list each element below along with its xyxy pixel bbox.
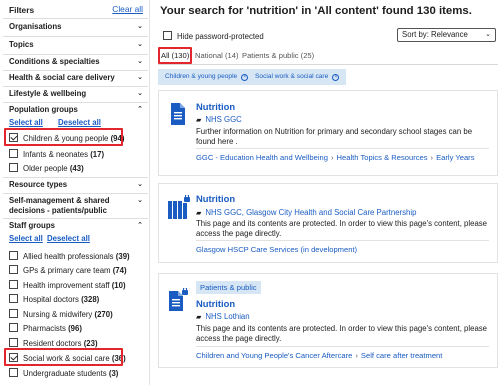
result-description: This page and its contents are protected…: [196, 324, 488, 343]
result-description: This page and its contents are protected…: [196, 219, 488, 238]
checkbox[interactable]: [9, 280, 18, 289]
filter-option-undergraduate[interactable]: Undergraduate students (3): [9, 368, 118, 379]
locked-document-icon: [167, 287, 189, 312]
divider: [3, 177, 148, 178]
locked-document-icon: [167, 194, 190, 219]
checkbox[interactable]: [9, 163, 18, 172]
checkbox[interactable]: [9, 265, 18, 274]
filter-option-nursing-midwifery[interactable]: Nursing & midwifery (270): [9, 309, 113, 320]
filter-option-hospital-doctors[interactable]: Hospital doctors (328): [9, 294, 99, 305]
sort-select[interactable]: Sort by: Relevance ⌄: [397, 28, 496, 42]
divider: [196, 346, 489, 347]
filter-category-organisations[interactable]: Organisations ⌄: [9, 22, 143, 32]
result-breadcrumb: Children and Young People's Cancer After…: [196, 351, 443, 360]
divider: [3, 86, 148, 87]
checkbox[interactable]: [163, 31, 172, 40]
population-select-all-link[interactable]: Select all: [9, 118, 43, 127]
checkbox[interactable]: [9, 251, 18, 260]
chevron-up-icon: ⌃: [137, 106, 143, 113]
highlight-box: [4, 348, 123, 366]
chip-children-young-people[interactable]: Children & young people ×: [158, 69, 256, 85]
population-deselect-all-link[interactable]: Deselect all: [58, 118, 101, 127]
divider: [3, 193, 148, 194]
checkbox[interactable]: [9, 149, 18, 158]
chevron-right-icon: ›: [430, 153, 434, 162]
staff-deselect-all-link[interactable]: Deselect all: [47, 234, 90, 243]
result-card: Patients & public Nutrition ▰ NHS Lothian…: [158, 273, 498, 368]
divider: [3, 70, 148, 71]
tab-national[interactable]: National (14): [195, 51, 238, 60]
highlight-box: [4, 128, 123, 146]
result-card: Nutrition ▰ NHS GGC Further information o…: [158, 90, 498, 176]
divider: [3, 218, 148, 219]
divider: [3, 54, 148, 55]
result-tabs: All (130) National (14) Patients & publi…: [158, 49, 498, 65]
divider: [196, 148, 489, 149]
divider: [3, 36, 148, 37]
filter-option-older-people[interactable]: Older people (43): [9, 163, 84, 174]
chevron-right-icon: ›: [330, 153, 334, 162]
checkbox[interactable]: [9, 309, 18, 318]
chevron-down-icon: ⌄: [137, 74, 143, 81]
divider: [3, 18, 148, 19]
close-icon[interactable]: ×: [332, 74, 340, 81]
filter-category-staff-groups[interactable]: Staff groups ⌃: [9, 221, 143, 231]
staff-select-all-link[interactable]: Select all: [9, 234, 43, 243]
chevron-down-icon: ⌄: [137, 58, 143, 65]
audience-badge: Patients & public: [196, 281, 261, 294]
checkbox[interactable]: [9, 368, 18, 377]
result-breadcrumb: Glasgow HSCP Care Services (in developme…: [196, 245, 358, 254]
tag-icon: ▰: [196, 314, 202, 321]
tag-icon: ▰: [196, 210, 202, 217]
checkbox[interactable]: [9, 323, 18, 332]
filter-category-topics[interactable]: Topics ⌄: [9, 40, 143, 50]
chip-social-work[interactable]: Social work & social care ×: [248, 69, 347, 85]
filters-label: Filters: [9, 5, 35, 15]
checkbox[interactable]: [9, 338, 18, 347]
filter-category-delivery[interactable]: Health & social care delivery ⌄: [9, 73, 143, 83]
filter-category-resource-types[interactable]: Resource types ⌄: [9, 180, 143, 190]
result-source: ▰ NHS GGC, Glasgow City Health and Social…: [196, 208, 417, 217]
result-source: ▰ NHS Lothian: [196, 312, 250, 321]
chevron-down-icon: ⌄: [137, 90, 143, 97]
tag-icon: ▰: [196, 117, 202, 124]
chevron-down-icon: ⌄: [137, 197, 143, 204]
filter-category-self-management[interactable]: Self-management & shared decisions - pat…: [9, 196, 143, 216]
result-source: ▰ NHS GGC: [196, 115, 242, 124]
divider: [196, 240, 489, 241]
filter-option-pharmacists[interactable]: Pharmacists (96): [9, 323, 82, 334]
chevron-down-icon: ⌄: [137, 41, 143, 48]
filter-option-health-improvement[interactable]: Health improvement staff (10): [9, 280, 126, 291]
filter-option-allied-health[interactable]: Allied health professionals (39): [9, 251, 130, 262]
document-icon: [167, 102, 189, 126]
filter-category-population[interactable]: Population groups ⌃: [9, 105, 143, 115]
result-breadcrumb: GGC - Education Health and Wellbeing › Hea…: [196, 153, 475, 162]
filter-category-lifestyle[interactable]: Lifestyle & wellbeing ⌄: [9, 89, 143, 99]
hide-password-protected-option[interactable]: Hide password-protected: [163, 31, 264, 42]
page-title: Your search for 'nutrition' in 'All cont…: [160, 5, 472, 17]
chevron-down-icon: ⌄: [485, 31, 491, 38]
result-card: Nutrition ▰ NHS GGC, Glasgow City Health …: [158, 183, 498, 263]
filters-sidebar: Filters Clear all Organisations ⌄ Topics…: [0, 0, 150, 385]
filter-option-infants-neonates[interactable]: Infants & neonates (17): [9, 149, 104, 160]
chevron-down-icon: ⌄: [137, 181, 143, 188]
chevron-up-icon: ⌃: [137, 222, 143, 229]
chevron-right-icon: ›: [355, 351, 358, 360]
result-title-link[interactable]: Nutrition: [196, 101, 235, 112]
result-title-link[interactable]: Nutrition: [196, 298, 235, 309]
tab-patients-public[interactable]: Patients & public (25): [242, 51, 314, 60]
result-description: Further information on Nutrition for pri…: [196, 127, 473, 146]
result-title-link[interactable]: Nutrition: [196, 193, 235, 204]
filter-option-gps[interactable]: GPs & primary care team (74): [9, 265, 127, 276]
clear-all-link[interactable]: Clear all: [112, 4, 143, 14]
filters-header: Filters Clear all: [9, 4, 143, 17]
checkbox[interactable]: [9, 294, 18, 303]
chevron-down-icon: ⌄: [137, 23, 143, 30]
highlight-box: [158, 47, 192, 64]
filter-category-conditions[interactable]: Conditions & specialties ⌄: [9, 57, 143, 67]
search-results-main: Your search for 'nutrition' in 'All cont…: [158, 0, 500, 385]
divider: [3, 102, 148, 103]
